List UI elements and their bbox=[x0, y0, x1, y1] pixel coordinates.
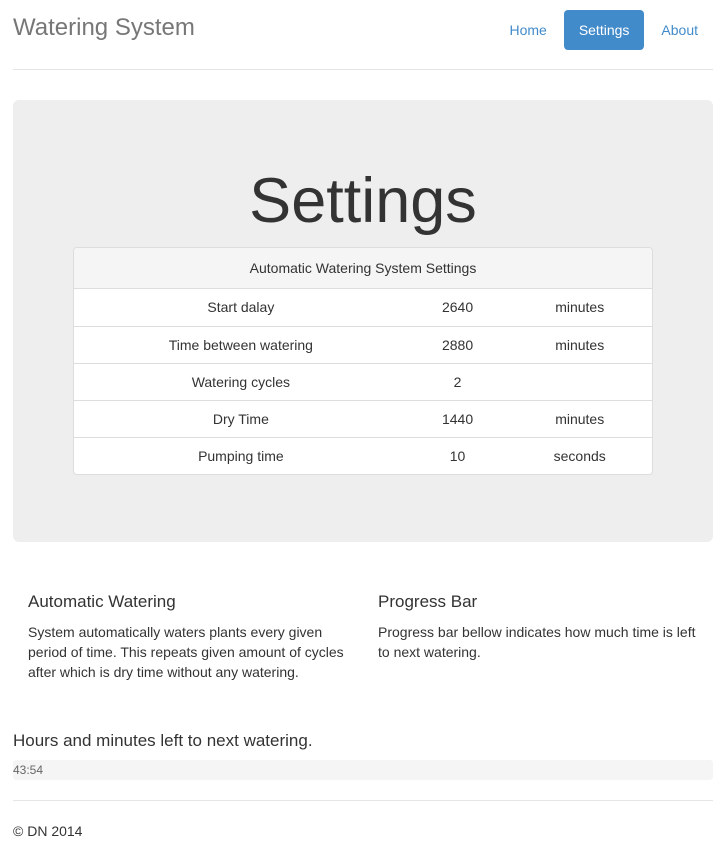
nav-home[interactable]: Home bbox=[494, 10, 561, 50]
progress-info-section: Progress Bar Progress bar bellow indicat… bbox=[378, 592, 708, 662]
setting-unit: minutes bbox=[507, 399, 652, 437]
setting-unit: minutes bbox=[507, 325, 652, 363]
setting-value: 10 bbox=[407, 436, 508, 474]
table-row: Time between watering 2880 minutes bbox=[74, 325, 652, 363]
table-row: Start dalay 2640 minutes bbox=[74, 289, 652, 326]
auto-watering-title: Automatic Watering bbox=[28, 592, 176, 611]
progress-info-text: Progress bar bellow indicates how much t… bbox=[378, 624, 696, 660]
nav-settings[interactable]: Settings bbox=[563, 10, 645, 50]
setting-value: 1440 bbox=[407, 399, 508, 437]
progress-bar: 43:54 bbox=[13, 760, 713, 780]
setting-label: Start dalay bbox=[207, 299, 275, 316]
jumbotron: Settings Automatic Watering System Setti… bbox=[13, 100, 713, 542]
nav-about[interactable]: About bbox=[646, 10, 713, 50]
brand-title[interactable]: Watering System bbox=[13, 14, 195, 42]
auto-watering-section: Automatic Watering System automatically … bbox=[28, 592, 358, 682]
setting-unit bbox=[507, 362, 652, 400]
setting-label: Watering cycles bbox=[74, 362, 408, 400]
footer: © DN 2014 bbox=[13, 800, 713, 839]
settings-panel: Automatic Watering System Settings Start… bbox=[73, 247, 653, 475]
setting-unit: seconds bbox=[507, 436, 652, 474]
table-row: Dry Time 1440 minutes bbox=[74, 399, 652, 437]
setting-label: Dry Time bbox=[74, 399, 408, 437]
table-row: Pumping time 10 seconds bbox=[74, 436, 652, 474]
footer-copyright: © DN 2014 bbox=[13, 823, 83, 839]
progress-value-text: 43:54 bbox=[13, 763, 44, 777]
settings-table: Start dalay 2640 minutes Time between wa… bbox=[74, 289, 652, 474]
setting-value: 2880 bbox=[407, 325, 508, 363]
setting-unit: minutes bbox=[555, 299, 605, 316]
settings-panel-heading: Automatic Watering System Settings bbox=[74, 248, 652, 289]
progress-title: Hours and minutes left to next watering. bbox=[13, 731, 313, 750]
progress-bar-fill bbox=[13, 760, 713, 780]
setting-value: 2640 bbox=[441, 299, 474, 316]
table-row: Watering cycles 2 bbox=[74, 362, 652, 400]
setting-value: 2 bbox=[407, 362, 508, 400]
setting-label: Time between watering bbox=[74, 325, 408, 363]
progress-info-title: Progress Bar bbox=[378, 592, 478, 611]
main-nav: Home Settings About bbox=[492, 10, 713, 50]
setting-label: Pumping time bbox=[74, 436, 408, 474]
page-title: Settings bbox=[249, 166, 477, 236]
header: Watering System Home Settings About bbox=[13, 0, 713, 70]
auto-watering-text: System automatically waters plants every… bbox=[28, 624, 344, 680]
